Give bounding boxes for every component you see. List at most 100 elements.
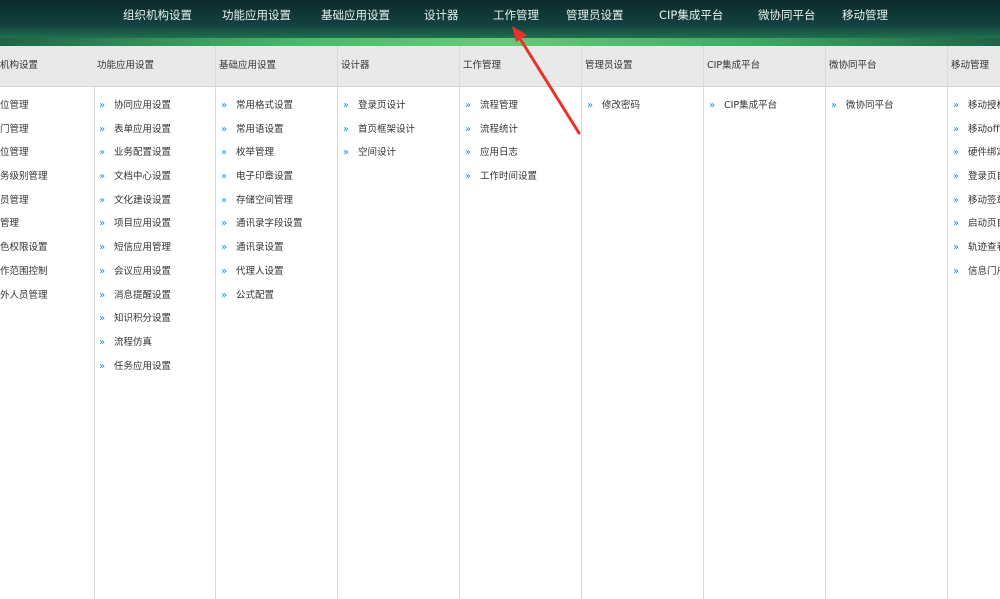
top-nav-basic-settings[interactable]: 基础应用设置: [321, 7, 390, 23]
menu-item[interactable]: » 任务应用设置: [99, 355, 215, 379]
column-header: 机构设置: [0, 46, 94, 87]
menu-item[interactable]: 务级别管理: [0, 165, 94, 189]
menu-item[interactable]: » 协同应用设置: [99, 94, 215, 118]
column-header: 管理员设置: [582, 46, 703, 87]
menu-item[interactable]: » 知识积分设置: [99, 307, 215, 331]
menu-item[interactable]: » 业务配置设置: [99, 141, 215, 165]
top-navigation-bar: 组织机构设置 功能应用设置 基础应用设置 设计器 工作管理 管理员设置 CIP集…: [0, 0, 1000, 46]
menu-item[interactable]: »移动签章: [953, 189, 1000, 213]
menu-item[interactable]: 位管理: [0, 94, 94, 118]
top-nav-admin-settings[interactable]: 管理员设置: [566, 7, 624, 23]
double-chevron-icon: »: [99, 360, 106, 372]
menu-item[interactable]: » 空间设计: [343, 141, 459, 165]
menu-item[interactable]: »信息门户: [953, 260, 1000, 284]
menu-item[interactable]: » 枚举管理: [221, 141, 337, 165]
menu-item[interactable]: » 会议应用设置: [99, 260, 215, 284]
menu-column-admin: 管理员设置 » 修改密码: [582, 46, 704, 599]
column-header: 基础应用设置: [216, 46, 337, 87]
double-chevron-icon: »: [953, 242, 960, 254]
menu-item[interactable]: » 代理人设置: [221, 260, 337, 284]
menu-item[interactable]: » 移动offi: [953, 118, 1000, 142]
top-nav-cip-platform[interactable]: CIP集成平台: [659, 7, 723, 23]
menu-item[interactable]: » 表单应用设置: [99, 118, 215, 142]
double-chevron-icon: »: [221, 218, 228, 230]
double-chevron-icon: »: [221, 265, 228, 277]
menu-item[interactable]: »登录页自: [953, 165, 1000, 189]
double-chevron-icon: »: [953, 147, 960, 159]
menu-item[interactable]: » CIP集成平台: [709, 94, 825, 118]
double-chevron-icon: »: [221, 171, 228, 183]
menu-column-cip: CIP集成平台 » CIP集成平台: [704, 46, 826, 599]
menu-item[interactable]: 外人员管理: [0, 284, 94, 308]
menu-item[interactable]: » 常用语设置: [221, 118, 337, 142]
menu-item[interactable]: 色权限设置: [0, 236, 94, 260]
column-header: 微协同平台: [826, 46, 947, 87]
double-chevron-icon: »: [709, 100, 716, 111]
menu-item[interactable]: 员管理: [0, 189, 94, 213]
column-header: 设计器: [338, 46, 459, 87]
menu-item[interactable]: » 文档中心设置: [99, 165, 215, 189]
menu-item[interactable]: »启动页自: [953, 212, 1000, 236]
nav-glow-strip: [0, 38, 1000, 46]
double-chevron-icon: »: [221, 100, 228, 111]
menu-item[interactable]: 作范围控制: [0, 260, 94, 284]
menu-item[interactable]: » 微协同平台: [831, 94, 947, 118]
double-chevron-icon: »: [99, 242, 106, 254]
menu-column-designer: 设计器 » 登录页设计 » 首页框架设计 » 空间设计: [338, 46, 460, 599]
column-header: 移动管理: [948, 46, 1000, 87]
double-chevron-icon: »: [465, 147, 472, 159]
menu-column-basic: 基础应用设置 » 常用格式设置 » 常用语设置 » 枚举管理 » 电子印章设置 » 存储空…: [216, 46, 338, 599]
top-nav-org-settings[interactable]: 组织机构设置: [123, 7, 192, 23]
menu-item[interactable]: 门管理: [0, 118, 94, 142]
double-chevron-icon: »: [953, 218, 960, 230]
menu-item[interactable]: » 文化建设设置: [99, 189, 215, 213]
menu-item[interactable]: 管理: [0, 212, 94, 236]
menu-item[interactable]: »硬件绑定: [953, 141, 1000, 165]
menu-item[interactable]: » 首页框架设计: [343, 118, 459, 142]
menu-item[interactable]: » 工作时间设置: [465, 165, 581, 189]
column-header: CIP集成平台: [704, 46, 825, 87]
double-chevron-icon: »: [953, 123, 960, 135]
top-nav-function-settings[interactable]: 功能应用设置: [222, 7, 291, 23]
menu-item[interactable]: » 常用格式设置: [221, 94, 337, 118]
double-chevron-icon: »: [99, 171, 106, 183]
double-chevron-icon: »: [99, 336, 106, 348]
menu-item[interactable]: » 公式配置: [221, 284, 337, 308]
double-chevron-icon: »: [221, 194, 228, 206]
double-chevron-icon: »: [953, 194, 960, 206]
double-chevron-icon: »: [953, 171, 960, 183]
menu-item[interactable]: » 流程管理: [465, 94, 581, 118]
menu-item[interactable]: » 流程统计: [465, 118, 581, 142]
menu-item[interactable]: » 短信应用管理: [99, 236, 215, 260]
double-chevron-icon: »: [99, 313, 106, 325]
menu-item[interactable]: »轨迹查看: [953, 236, 1000, 260]
double-chevron-icon: »: [465, 123, 472, 135]
double-chevron-icon: »: [831, 100, 838, 111]
double-chevron-icon: »: [587, 100, 594, 111]
top-nav-micro-collab[interactable]: 微协同平台: [758, 7, 816, 23]
menu-item[interactable]: » 登录页设计: [343, 94, 459, 118]
column-header: 功能应用设置: [94, 46, 215, 87]
double-chevron-icon: »: [99, 123, 106, 135]
double-chevron-icon: »: [465, 100, 472, 111]
column-header: 工作管理: [460, 46, 581, 87]
menu-item[interactable]: »移动授权: [953, 94, 1000, 118]
menu-item[interactable]: » 项目应用设置: [99, 212, 215, 236]
menu-item[interactable]: » 电子印章设置: [221, 165, 337, 189]
menu-item[interactable]: » 修改密码: [587, 94, 703, 118]
double-chevron-icon: »: [99, 218, 106, 230]
menu-column-function: 功能应用设置 » 协同应用设置 » 表单应用设置 » 业务配置设置 » 文档中心设置 »…: [94, 46, 216, 599]
menu-item[interactable]: » 应用日志: [465, 141, 581, 165]
double-chevron-icon: »: [99, 194, 106, 206]
menu-item[interactable]: » 消息提醒设置: [99, 284, 215, 308]
top-nav-designer[interactable]: 设计器: [424, 7, 459, 23]
menu-item[interactable]: » 流程仿真: [99, 331, 215, 355]
top-nav-mobile-management[interactable]: 移动管理: [842, 7, 888, 23]
menu-item[interactable]: 位管理: [0, 141, 94, 165]
menu-column-work: 工作管理 » 流程管理 » 流程统计 » 应用日志 » 工作时间设置: [460, 46, 582, 599]
double-chevron-icon: »: [99, 100, 106, 111]
menu-item[interactable]: » 存储空间管理: [221, 189, 337, 213]
top-nav-work-management[interactable]: 工作管理: [493, 7, 539, 23]
menu-item[interactable]: » 通讯录设置: [221, 236, 337, 260]
menu-item[interactable]: » 通讯录字段设置: [221, 212, 337, 236]
